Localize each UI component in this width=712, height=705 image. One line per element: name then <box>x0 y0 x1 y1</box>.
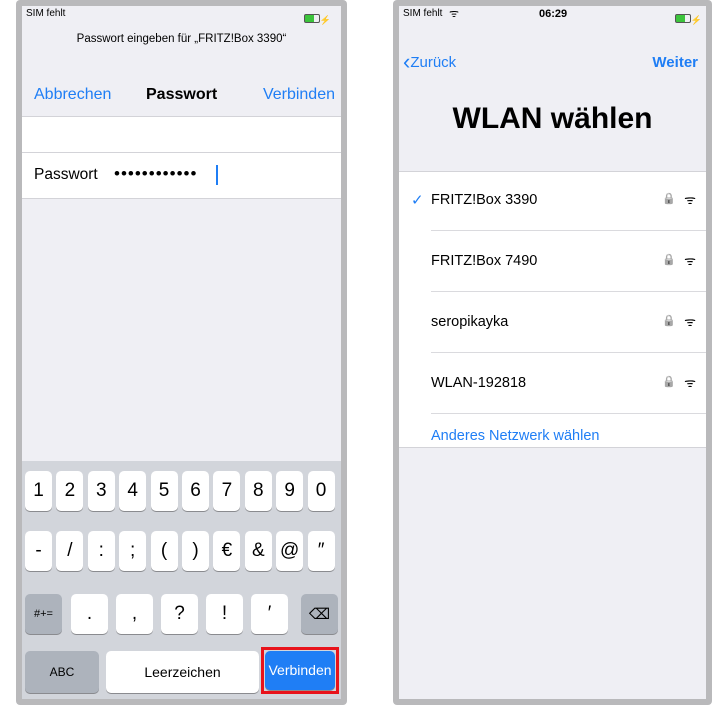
network-name: FRITZ!Box 3390 <box>431 192 538 208</box>
lock-icon: 🔒 <box>662 376 676 388</box>
abc-key[interactable]: ABC <box>25 651 99 693</box>
keyboard: 1234567890 - /:;() € & @ ″ #+= .,?! ′ ⌫ ABC Le… <box>22 461 341 699</box>
password-label: Passwort <box>34 166 98 183</box>
key-2[interactable]: 2 <box>56 471 84 511</box>
password-screen: SIM fehlt ⚡ Passwort eingeben für „FRITZ… <box>22 6 341 699</box>
divider <box>399 447 706 448</box>
password-prompt: Passwort eingeben für „FRITZ!Box 3390“ <box>76 33 287 45</box>
password-field[interactable]: Passwort •••••••••••• <box>22 153 341 198</box>
lock-icon: 🔒 <box>662 315 676 327</box>
connect-button[interactable]: Verbinden <box>263 86 335 104</box>
right-phone-frame: SIM fehlt ᯤ 06:29 ⚡ ‹Zurück Weiter WLAN … <box>393 0 712 705</box>
wifi-icon: ᯤ <box>684 375 696 390</box>
wifi-icon: ᯤ <box>684 192 696 207</box>
network-list: ✓ FRITZ!Box 3390 🔒 ᯤ FRITZ!Box 7490 🔒 ᯤ seropik… <box>399 171 706 447</box>
network-row[interactable]: ✓ FRITZ!Box 3390 🔒 ᯤ <box>399 171 706 231</box>
battery-icon: ⚡ <box>674 10 702 28</box>
key-7[interactable]: 7 <box>213 471 241 511</box>
clock: 06:29 <box>539 8 568 20</box>
network-row[interactable]: FRITZ!Box 7490 🔒 ᯤ <box>399 232 706 292</box>
symbols-key[interactable]: #+= <box>25 594 62 634</box>
key-1[interactable]: . <box>71 594 108 634</box>
password-input[interactable]: •••••••••••• <box>114 164 197 184</box>
row-divider <box>431 413 706 414</box>
carrier-label: SIM fehlt <box>403 8 443 19</box>
key-9[interactable]: @ <box>276 531 304 571</box>
chevron-left-icon: ‹ <box>403 49 411 74</box>
wlan-screen: SIM fehlt ᯤ 06:29 ⚡ ‹Zurück Weiter WLAN … <box>399 6 706 699</box>
network-name: WLAN-192818 <box>431 375 527 391</box>
back-button[interactable]: ‹Zurück <box>403 49 457 74</box>
key-9[interactable]: 9 <box>276 471 304 511</box>
key-8[interactable]: 8 <box>244 471 272 511</box>
key-10[interactable]: ″ <box>307 531 335 571</box>
key-3[interactable]: 3 <box>87 471 115 511</box>
network-name: FRITZ!Box 7490 <box>431 253 538 269</box>
spacer-row <box>22 117 341 152</box>
divider <box>22 198 341 199</box>
lock-icon: 🔒 <box>662 193 676 205</box>
backspace-icon: ⌫ <box>308 606 331 623</box>
checkmark-icon: ✓ <box>411 192 424 209</box>
lock-icon: 🔒 <box>662 254 676 266</box>
connect-return-key[interactable]: Verbinden <box>265 651 335 690</box>
back-label: Zurück <box>410 54 457 71</box>
other-network-link[interactable]: Anderes Netzwerk wählen <box>431 428 599 444</box>
key-7[interactable]: € <box>213 531 241 571</box>
key-5[interactable]: ( <box>150 531 178 571</box>
wifi-icon: ᯤ <box>684 314 696 329</box>
network-row[interactable]: seropikayka 🔒 ᯤ <box>399 293 706 353</box>
battery-icon: ⚡ <box>303 10 331 28</box>
carrier-label: SIM fehlt <box>26 8 66 19</box>
key-5[interactable]: ′ <box>251 594 288 634</box>
key-8[interactable]: & <box>244 531 272 571</box>
text-cursor <box>216 165 218 185</box>
wifi-icon: ᯤ <box>684 253 696 268</box>
wifi-status-icon: ᯤ <box>449 8 460 20</box>
key-4[interactable]: 4 <box>119 471 147 511</box>
key-1[interactable]: 1 <box>25 471 52 511</box>
key-3[interactable]: ? <box>161 594 198 634</box>
cancel-button[interactable]: Abbrechen <box>34 86 111 104</box>
row-divider <box>431 230 706 231</box>
key-10[interactable]: 0 <box>307 471 335 511</box>
key-6[interactable]: 6 <box>182 471 209 511</box>
row-divider <box>431 291 706 292</box>
divider <box>399 171 706 172</box>
page-title: Passwort <box>146 86 218 103</box>
network-name: seropikayka <box>431 314 509 330</box>
key-2[interactable]: , <box>116 594 153 634</box>
key-1[interactable]: - <box>25 531 52 571</box>
key-6[interactable]: ) <box>182 531 209 571</box>
left-phone-frame: SIM fehlt ⚡ Passwort eingeben für „FRITZ… <box>16 0 347 705</box>
next-button[interactable]: Weiter <box>652 54 698 71</box>
network-row[interactable]: WLAN-192818 🔒 ᯤ <box>399 354 706 414</box>
key-2[interactable]: / <box>56 531 84 571</box>
key-3[interactable]: : <box>87 531 115 571</box>
page-title: WLAN wählen <box>452 102 653 135</box>
key-5[interactable]: 5 <box>150 471 178 511</box>
key-4[interactable]: ; <box>119 531 147 571</box>
backspace-key[interactable]: ⌫ <box>301 594 338 634</box>
space-key[interactable]: Leerzeichen <box>106 651 259 693</box>
row-divider <box>431 352 706 353</box>
key-4[interactable]: ! <box>206 594 243 634</box>
